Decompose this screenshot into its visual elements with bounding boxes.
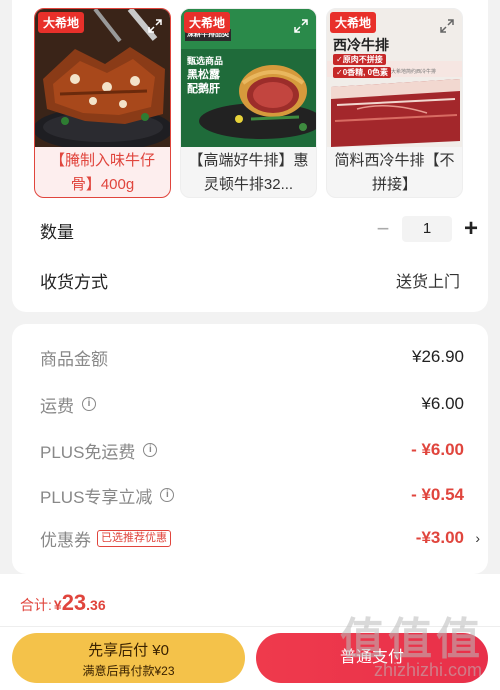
- total-currency: ¥: [53, 597, 62, 613]
- brand-badge: 大希地: [330, 12, 377, 33]
- brand-badge: 大希地: [184, 12, 231, 33]
- plus-free-shipping-label: PLUS免运费: [40, 442, 136, 462]
- overlay-line: 配鹅肝: [187, 83, 220, 95]
- expand-icon[interactable]: [294, 19, 308, 33]
- shipping-row: 运费 i ¥6.00: [40, 391, 464, 417]
- goods-amount-value: ¥26.90: [412, 347, 464, 366]
- plus-discount-value: - ¥0.54: [411, 485, 464, 504]
- chevron-right-icon[interactable]: ›: [475, 530, 480, 546]
- quantity-label: 数量: [40, 222, 74, 242]
- brand-badge: 大希地: [38, 12, 85, 33]
- coupon-label: 优惠券: [40, 530, 91, 550]
- watermark-char: 值: [436, 614, 480, 662]
- plus-discount-row: PLUS专享立减 i - ¥0.54: [40, 482, 464, 508]
- total-amount: 合计: ¥ 23 .36: [20, 590, 106, 616]
- delivery-label: 收货方式: [40, 272, 108, 292]
- overlay-tag: ✓0香精, 0色素: [333, 67, 392, 78]
- pay-later-button[interactable]: 先享后付 ¥0 满意后再付款¥23: [12, 633, 245, 683]
- total-label: 合计:: [20, 597, 52, 613]
- quantity-row: 数量 − 1 +: [40, 215, 484, 245]
- quantity-stepper: − 1 +: [370, 215, 484, 243]
- info-icon[interactable]: i: [143, 443, 158, 457]
- delivery-value: 送货上门: [395, 274, 460, 291]
- quantity-input[interactable]: 1: [402, 216, 452, 242]
- watermark-char: 值: [388, 614, 432, 662]
- goods-amount-label: 商品金额: [40, 349, 108, 369]
- coupon-value: -¥3.00: [415, 528, 464, 547]
- coupon-row[interactable]: 优惠券 已选推荐优惠 -¥3.00 ›: [40, 525, 480, 551]
- shipping-label: 运费: [40, 396, 74, 416]
- expand-icon[interactable]: [440, 19, 454, 33]
- pay-later-title: 先享后付 ¥0: [88, 642, 169, 659]
- overlay-title: 西冷牛排: [333, 37, 389, 53]
- overlay-line: 黑松露: [187, 69, 220, 81]
- overlay-small-text: 大希地简约西冷牛排: [391, 69, 437, 75]
- product-option-sirloin-steak[interactable]: 大希地 西冷牛排 ✓原肉不拼接 ✓0香精, 0色素 大希地简约西冷牛排 简料西冷…: [326, 8, 463, 198]
- pay-later-subtitle: 满意后再付款¥23: [82, 664, 175, 678]
- product-option-beef-wellington[interactable]: 大希地 深耕牛排品类 甄选商品 黑松露 配鹅肝 【高端好牛排】惠灵顿牛排32..…: [180, 8, 317, 198]
- watermark: 值 值 值 zhizhizhi.com: [340, 610, 490, 684]
- watermark-site: zhizhizhi.com: [374, 660, 483, 680]
- plus-free-shipping-value: - ¥6.00: [411, 440, 464, 459]
- expand-icon[interactable]: [148, 19, 162, 33]
- product-title: 【高端好牛排】惠灵顿牛排32...: [188, 152, 309, 193]
- watermark-char: 值: [340, 614, 384, 662]
- product-title: 【腌制入味牛仔骨】400g: [49, 152, 155, 193]
- goods-amount-row: 商品金额 ¥26.90: [40, 344, 464, 370]
- info-icon[interactable]: i: [82, 397, 96, 411]
- product-option-beef-short-ribs[interactable]: 大希地 【腌制入味牛仔骨】400g: [34, 8, 171, 198]
- overlay-line: 甄选商品: [187, 56, 224, 66]
- product-options: 大希地 【腌制入味牛仔骨】400g 大希地 深耕牛排品类 甄选商品 黑松露 配鹅…: [34, 8, 479, 202]
- increase-button[interactable]: +: [458, 215, 484, 243]
- total-integer: 23: [61, 590, 87, 615]
- coupon-tag: 已选推荐优惠: [97, 529, 171, 547]
- info-icon[interactable]: i: [160, 488, 175, 502]
- price-breakdown-card: 商品金额 ¥26.90 运费 i ¥6.00 PLUS免运费 i - ¥6.00 P…: [12, 324, 488, 574]
- watermark-logo: 值 值 值: [340, 614, 480, 665]
- plus-discount-label: PLUS专享立减: [40, 487, 153, 507]
- order-card: 大希地 【腌制入味牛仔骨】400g 大希地 深耕牛排品类 甄选商品 黑松露 配鹅…: [12, 0, 488, 312]
- plus-free-shipping-row: PLUS免运费 i - ¥6.00: [40, 437, 464, 463]
- delivery-row[interactable]: 收货方式 送货上门: [40, 265, 484, 295]
- shipping-value: ¥6.00: [421, 394, 464, 413]
- total-decimal: .36: [86, 597, 106, 613]
- decrease-button[interactable]: −: [370, 216, 396, 242]
- product-title: 简料西冷牛排【不拼接】: [334, 152, 455, 193]
- overlay-tag: ✓原肉不拼接: [333, 54, 386, 65]
